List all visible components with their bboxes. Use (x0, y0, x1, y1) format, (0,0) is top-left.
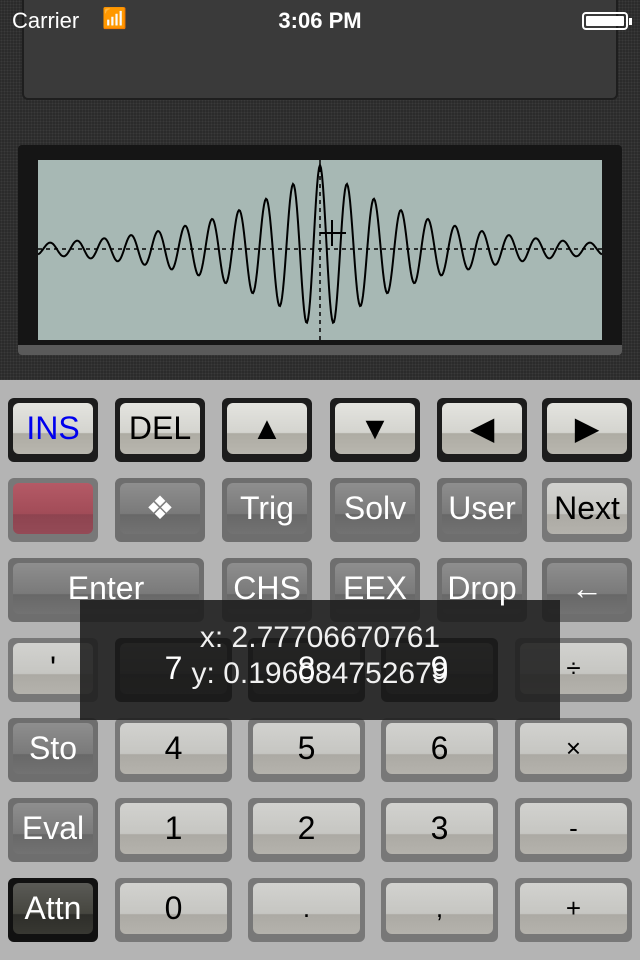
graph-plot[interactable] (38, 160, 602, 340)
key-label: EEX (342, 569, 408, 606)
key-6[interactable]: 6 (381, 718, 498, 782)
key-sto[interactable]: Sto (8, 718, 98, 782)
key-label: 0 (164, 889, 183, 926)
key-minus[interactable]: - (515, 798, 632, 862)
clock: 3:06 PM (278, 8, 362, 33)
key-label: + (565, 892, 582, 923)
key-shift[interactable] (8, 478, 98, 542)
key-label: 7 (164, 649, 183, 686)
key-label: 2 (297, 809, 316, 846)
key-label: Trig (240, 489, 294, 526)
key-label: Drop (447, 569, 517, 606)
key-solv[interactable]: Solv (330, 478, 420, 542)
key-label: User (448, 489, 516, 526)
key-insert[interactable]: INS (8, 398, 98, 462)
key-plus[interactable]: + (515, 878, 632, 942)
x-readout: x: 2.77706670761 (199, 621, 441, 654)
key-label: 3 (430, 809, 449, 846)
y-readout: y: 0.196084752679 (191, 657, 449, 690)
key-trig[interactable]: Trig (222, 478, 312, 542)
key-1[interactable]: 1 (115, 798, 232, 862)
key-label: ← (571, 569, 603, 606)
key-label: . (302, 892, 311, 923)
battery-icon (582, 12, 632, 30)
key-5[interactable]: 5 (248, 718, 365, 782)
key-next[interactable]: Next (542, 478, 632, 542)
key-face (13, 483, 93, 534)
key-delete[interactable]: DEL (115, 398, 205, 462)
key-label: ▲ (251, 409, 283, 446)
graph-display[interactable] (38, 160, 602, 340)
key-label: Eval (21, 809, 85, 846)
key-2[interactable]: 2 (248, 798, 365, 862)
key-down[interactable]: ▼ (330, 398, 420, 462)
key-label: 9 (430, 649, 449, 686)
key-right[interactable]: ▶ (542, 398, 632, 462)
calculator-top: Carrier 📶 3:06 PM (0, 0, 640, 380)
key-user[interactable]: User (437, 478, 527, 542)
key-label: , (435, 892, 444, 923)
status-bar: Carrier 📶 3:06 PM (0, 0, 640, 40)
key-label: × (565, 732, 582, 763)
key-label: 5 (297, 729, 316, 766)
key-label: Next (554, 489, 620, 526)
key-alpha[interactable]: ❖ (115, 478, 205, 542)
key-multiply[interactable]: × (515, 718, 632, 782)
key-label: 6 (430, 729, 449, 766)
key-decimal[interactable]: . (248, 878, 365, 942)
key-label: DEL (128, 409, 192, 446)
key-label: ' (49, 649, 57, 686)
key-label: ◀ (469, 410, 495, 446)
key-label: - (569, 812, 578, 843)
key-up[interactable]: ▲ (222, 398, 312, 462)
key-3[interactable]: 3 (381, 798, 498, 862)
key-label: 4 (164, 729, 183, 766)
key-eval[interactable]: Eval (8, 798, 98, 862)
key-0[interactable]: 0 (115, 878, 232, 942)
key-label: Sto (28, 729, 78, 766)
key-attn[interactable]: Attn (8, 878, 98, 942)
key-label: ❖ (145, 490, 175, 526)
key-4[interactable]: 4 (115, 718, 232, 782)
key-label: Solv (343, 489, 407, 526)
key-label: ÷ (566, 652, 581, 683)
coordinate-readout: x: 2.77706670761 y: 0.196084752679 (80, 600, 560, 720)
key-left[interactable]: ◀ (437, 398, 527, 462)
key-comma[interactable]: , (381, 878, 498, 942)
key-label: 1 (164, 809, 183, 846)
key-label: Attn (24, 889, 82, 926)
key-label: ▼ (359, 409, 391, 446)
key-label: Enter (67, 569, 145, 606)
key-label: INS (26, 409, 80, 446)
key-label: CHS (233, 569, 301, 606)
key-label: 8 (297, 649, 316, 686)
key-label: ▶ (574, 410, 600, 446)
